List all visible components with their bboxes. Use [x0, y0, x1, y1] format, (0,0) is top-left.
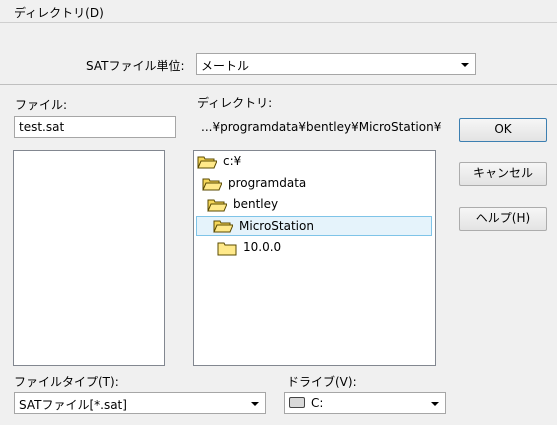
cancel-button[interactable]: キャンセル	[459, 162, 547, 186]
open-folder-icon	[213, 220, 233, 233]
tree-item-label: programdata	[228, 176, 307, 190]
tree-item-label: MicroStation	[239, 219, 314, 233]
tree-item-bentley[interactable]: bentley	[207, 196, 307, 214]
sat-unit-value: メートル	[201, 59, 250, 73]
file-label: ファイル:	[15, 98, 68, 112]
menu-directory[interactable]: ディレクトリ(D)	[14, 4, 104, 21]
closed-folder-icon	[217, 242, 237, 256]
tree-item-label: bentley	[233, 197, 279, 211]
file-name-input[interactable]	[15, 117, 175, 137]
open-folder-icon	[207, 199, 227, 212]
file-list[interactable]	[13, 150, 165, 366]
chevron-down-icon	[461, 63, 469, 67]
chevron-down-icon	[251, 402, 259, 406]
tree-item-10-0-0[interactable]: 10.0.0	[217, 239, 317, 257]
file-type-select[interactable]: SATファイル[*.sat]	[14, 392, 266, 414]
file-name-field[interactable]	[14, 116, 176, 138]
drive-value: C:	[311, 396, 324, 410]
tree-item-label: c:¥	[223, 154, 242, 168]
tree-item-c[interactable]: c:¥	[197, 153, 297, 171]
hard-drive-icon	[289, 397, 305, 408]
tree-item-microstation[interactable]: MicroStation	[196, 216, 432, 236]
divider	[0, 84, 557, 85]
ok-button[interactable]: OK	[459, 118, 547, 142]
open-folder-icon	[202, 178, 222, 191]
file-type-value: SATファイル[*.sat]	[19, 398, 127, 412]
menu-bar: ディレクトリ(D)	[0, 0, 557, 23]
help-button[interactable]: ヘルプ(H)	[459, 207, 547, 231]
chevron-down-icon	[431, 402, 439, 406]
tree-item-label: 10.0.0	[243, 240, 282, 254]
tree-item-programdata[interactable]: programdata	[202, 175, 322, 193]
drive-label: ドライブ(V):	[287, 375, 357, 389]
directory-path: ...¥programdata¥bentley¥MicroStation¥	[201, 120, 442, 134]
open-folder-icon	[197, 156, 217, 169]
sat-unit-select[interactable]: メートル	[196, 53, 476, 75]
directory-label: ディレクトリ:	[197, 96, 273, 110]
file-type-label: ファイルタイプ(T):	[14, 375, 119, 389]
directory-tree[interactable]: c:¥ programdata bentley MicroStation 10.…	[193, 150, 436, 366]
sat-unit-label: SATファイル単位:	[86, 59, 185, 73]
drive-select[interactable]: C:	[284, 392, 446, 414]
